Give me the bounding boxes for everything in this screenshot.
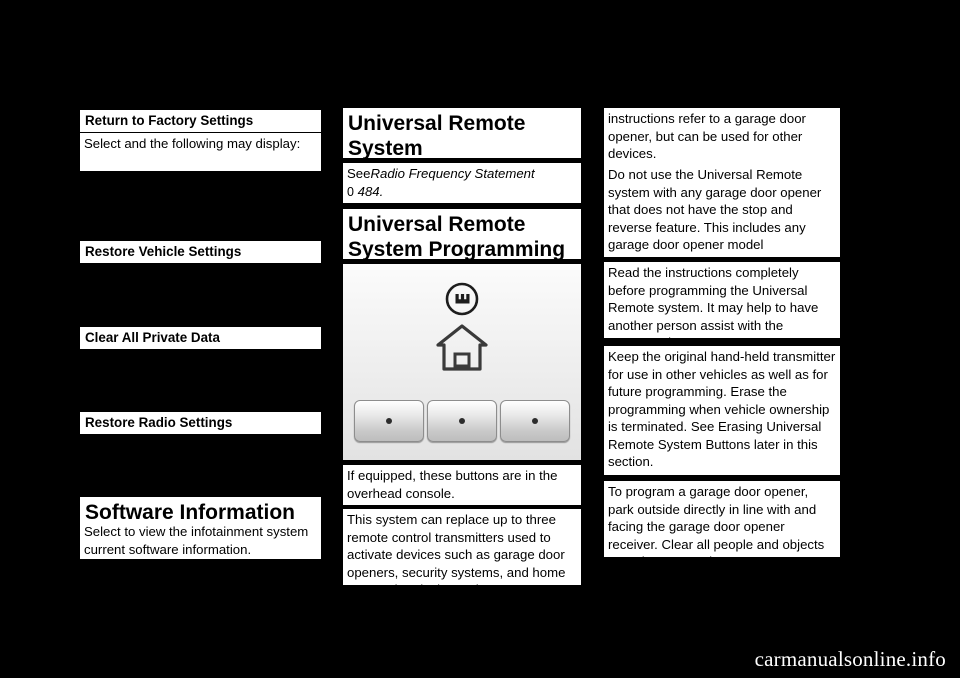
paragraph-system-replaces-transmitters: This system can replace up to three remo… [343,509,581,597]
text-return-to-factory-settings: Select and the following may display: [80,133,321,171]
house-garage-icon [436,324,488,377]
illustration-background [343,264,581,460]
paragraph-keep-original-transmitter: Keep the original hand-held transmitter … [604,346,840,475]
reference-title: Radio Frequency Statement [370,166,535,181]
paragraph-overhead-console: If equipped, these buttons are in the ov… [343,465,581,505]
hscf-homelink-icon [445,282,479,321]
footer-watermark: carmanualsonline.info [755,647,946,672]
book-page-icon: 0 [347,184,354,199]
universal-remote-button-2[interactable] [427,400,497,442]
page-reference: 484. [357,183,384,199]
heading-clear-all-private-data: Clear All Private Data [80,327,321,349]
text-software-information: Select to view the infotainment system c… [80,521,321,559]
universal-remote-button-row [354,400,570,442]
heading-restore-radio-settings: Restore Radio Settings [80,412,321,434]
section-subtitle: Universal Remote System Programming [343,209,581,261]
see-label: See [347,166,371,181]
paragraph-read-instructions-completely: Read the instructions completely before … [604,262,840,350]
paragraph-program-garage-door-opener: To program a garage door opener, park ou… [604,481,840,569]
page-title: Universal Remote System [343,108,581,160]
paragraph-instructions-refer-garage-door: instructions refer to a garage door open… [604,108,840,165]
universal-remote-buttons-illustration [343,264,581,460]
universal-remote-button-3[interactable] [500,400,570,442]
manual-page: Return to Factory Settings Select and th… [0,0,960,678]
paragraph-do-not-use-warning: Do not use the Universal Remote system w… [604,164,840,270]
heading-restore-vehicle-settings: Restore Vehicle Settings [80,241,321,263]
heading-return-to-factory-settings: Return to Factory Settings [80,110,321,132]
radio-frequency-statement-reference: SeeRadio Frequency Statement 0 484. [343,163,581,203]
footer-watermark-text: carmanualsonline.info [754,647,946,671]
universal-remote-button-1[interactable] [354,400,424,442]
